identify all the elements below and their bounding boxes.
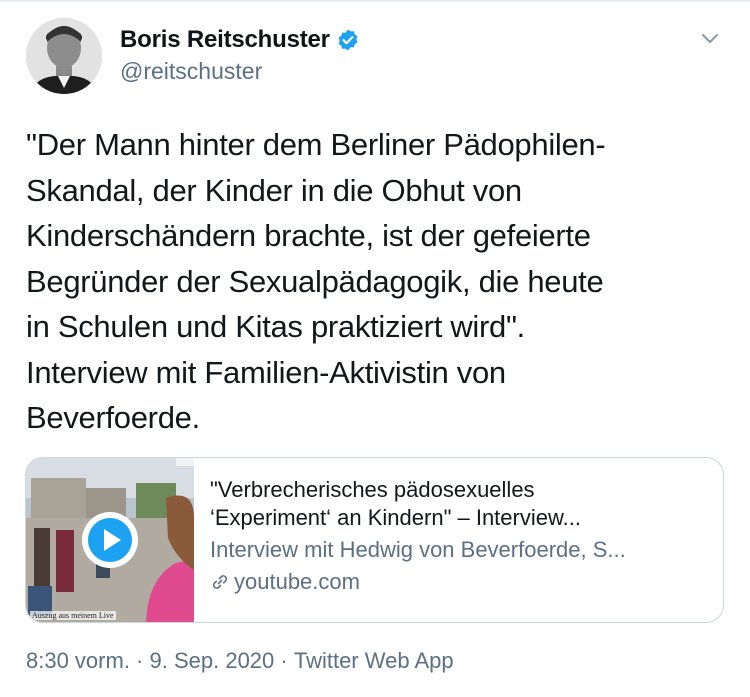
card-domain-row: youtube.com — [210, 567, 710, 597]
verified-badge-icon — [338, 29, 358, 51]
thumbnail-caption: Auszug aus meinem Live — [30, 611, 116, 620]
author-row[interactable]: Boris Reitschuster — [120, 26, 360, 54]
card-title-line-1: "Verbrecherisches pädosexuelles — [210, 477, 535, 502]
meta-separator: · — [129, 648, 150, 673]
tweet-time[interactable]: 8:30 vorm. — [26, 648, 130, 674]
tweet-metadata: 8:30 vorm. · 9. Sep. 2020 · Twitter Web … — [26, 648, 454, 674]
card-description: Interview mit Hedwig von Beverfoerde, S.… — [210, 537, 626, 562]
card-thumbnail[interactable]: Auszug aus meinem Live — [26, 458, 194, 622]
card-domain: youtube.com — [234, 569, 360, 594]
card-title-line-2: ‘Experiment‘ an Kindern" – Interview... — [210, 505, 581, 530]
tweet-text: "Der Mann hinter dem Berliner Pädophilen… — [26, 127, 606, 435]
handle[interactable]: @reitschuster — [120, 58, 262, 85]
play-icon[interactable] — [80, 510, 140, 570]
avatar[interactable] — [26, 18, 102, 94]
tweet-source[interactable]: Twitter Web App — [294, 648, 454, 674]
link-icon — [212, 575, 228, 589]
display-name[interactable]: Boris Reitschuster — [120, 26, 330, 54]
tweet-date[interactable]: 9. Sep. 2020 — [150, 648, 275, 674]
avatar-image — [26, 18, 102, 94]
chevron-down-icon[interactable] — [700, 28, 720, 48]
card-body[interactable]: "Verbrecherisches pädosexuelles ‘Experim… — [210, 476, 710, 597]
top-divider — [0, 0, 750, 2]
meta-separator: · — [274, 648, 294, 673]
link-card[interactable]: Auszug aus meinem Live "Verbrecherisches… — [25, 457, 724, 623]
